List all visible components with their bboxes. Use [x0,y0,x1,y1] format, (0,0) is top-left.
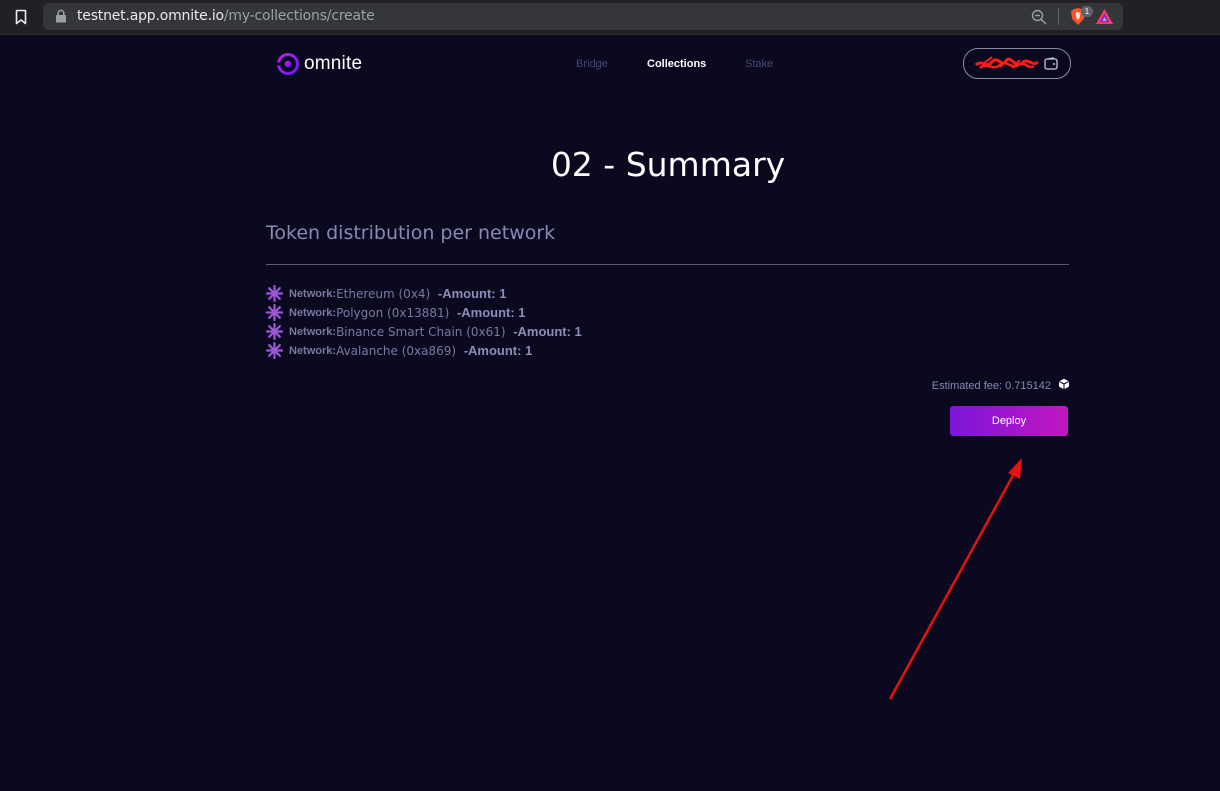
nav-stake[interactable]: Stake [745,58,773,70]
toolbar-separator [1058,8,1059,25]
network-name: Avalanche (0xa869) [336,343,457,358]
network-label: Network: [289,287,337,300]
estimated-fee-text: Estimated fee: 0.715142 [931,380,1051,392]
network-row: Network: Avalanche (0xa869) -Amount: 1 [266,341,582,360]
network-list: Network: Ethereum (0x4) -Amount: 1 Networ… [266,284,582,360]
browser-toolbar: testnet.app.omnite.io/my-collections/cre… [0,0,1220,35]
network-name: Polygon (0x13881) [336,305,450,320]
deploy-button[interactable]: Deploy [950,406,1068,436]
network-row: Network: Polygon (0x13881) -Amount: 1 [266,303,582,322]
network-name: Ethereum (0x4) [336,286,431,301]
asterisk-icon [266,285,283,302]
network-label: Network: [289,344,337,357]
section-title: Token distribution per network [266,222,556,244]
nav-collections[interactable]: Collections [647,58,706,70]
shields-count-badge: 1 [1081,6,1093,17]
network-amount: -Amount: 1 [437,286,507,301]
network-amount: -Amount: 1 [463,343,533,358]
wallet-button[interactable] [963,48,1071,79]
lock-icon[interactable] [55,9,67,23]
brave-rewards-icon[interactable] [1095,8,1114,25]
network-name: Binance Smart Chain (0x61) [336,324,506,339]
page-title: 02 - Summary [550,145,786,184]
estimated-fee: Estimated fee: 0.715142 [931,378,1070,392]
url-text[interactable]: testnet.app.omnite.io/my-collections/cre… [77,8,375,24]
network-amount: -Amount: 1 [513,324,582,339]
bookmark-icon[interactable] [12,8,30,26]
wallet-icon [1044,57,1058,70]
asterisk-icon [266,323,283,340]
redacted-address-scribble [974,56,1039,70]
nav-bridge[interactable]: Bridge [576,58,608,70]
network-row: Network: Ethereum (0x4) -Amount: 1 [266,284,582,303]
network-label: Network: [289,306,337,319]
asterisk-icon [266,304,283,321]
asterisk-icon [266,342,283,359]
network-amount: -Amount: 1 [456,305,526,320]
zoom-out-icon[interactable] [1031,9,1047,25]
network-label: Network: [289,325,337,338]
network-row: Network: Binance Smart Chain (0x61) -Amou… [266,322,582,341]
annotation-arrow [888,458,1022,700]
token-cube-icon [1058,378,1070,390]
url-host: testnet.app.omnite.io [77,8,224,24]
address-bar[interactable]: testnet.app.omnite.io/my-collections/cre… [43,3,1123,30]
section-divider [266,264,1069,265]
url-path: /my-collections/create [223,8,375,24]
